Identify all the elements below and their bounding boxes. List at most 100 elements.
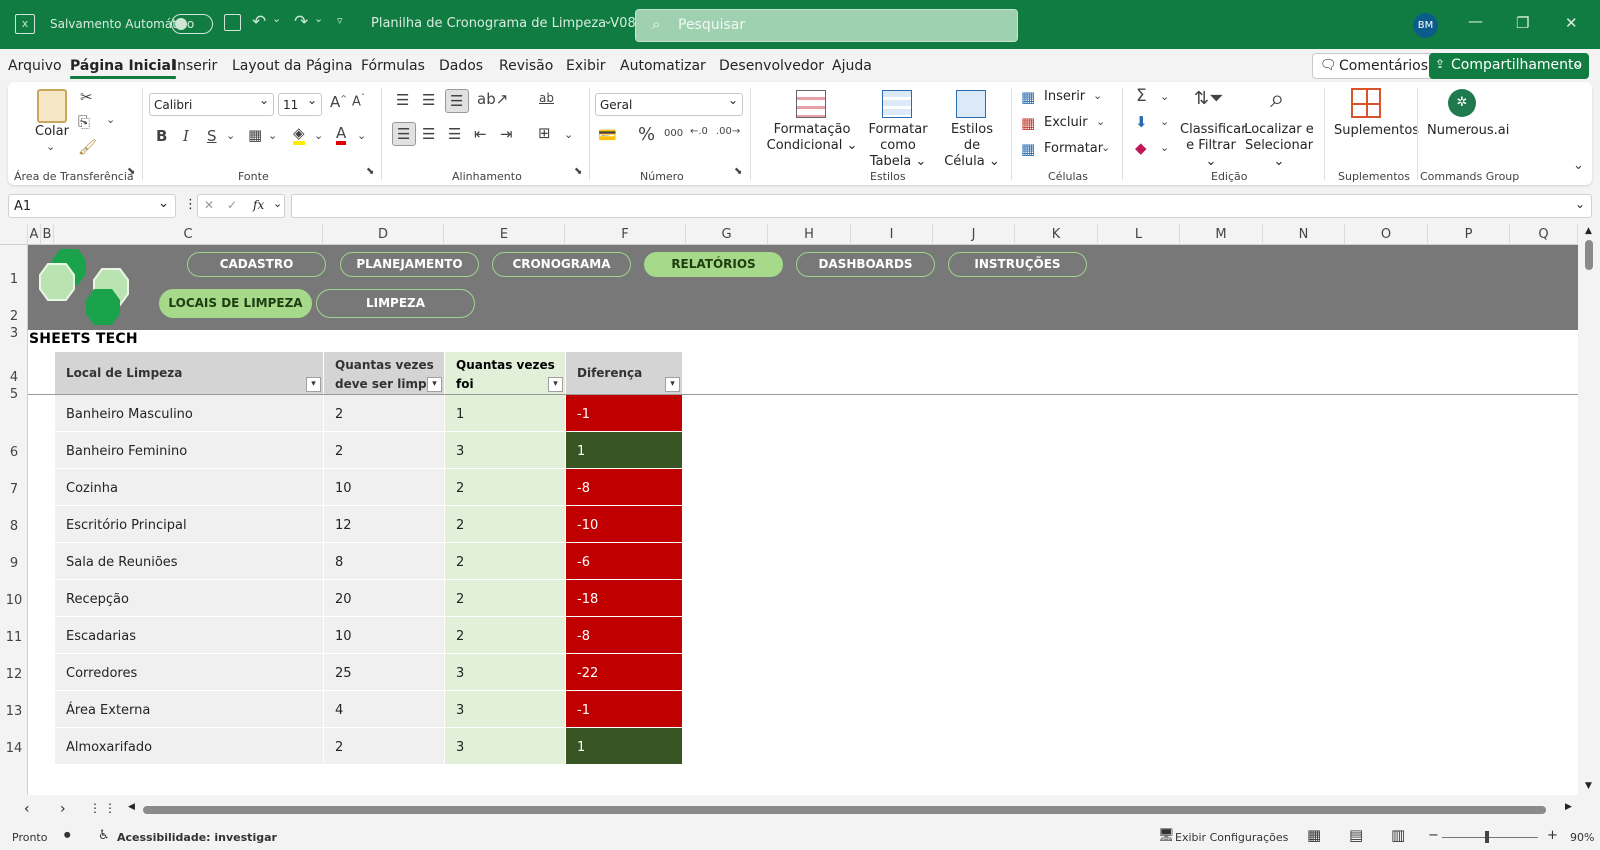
- sheet-options-icon[interactable]: ⋮: [89, 801, 101, 815]
- nav-limpeza[interactable]: LIMPEZA: [316, 289, 475, 318]
- search-input[interactable]: ⌕ Pesquisar: [635, 9, 1018, 42]
- insert-cells-button[interactable]: Inserir: [1044, 89, 1085, 104]
- zoom-out-icon[interactable]: −: [1428, 828, 1439, 843]
- share-button[interactable]: ⇪ Compartilhamento ⌄: [1429, 53, 1589, 79]
- display-settings-icon[interactable]: 🖥: [1158, 828, 1175, 843]
- delete-cells-icon[interactable]: ▦: [1021, 114, 1035, 132]
- cell-foi[interactable]: 3: [445, 654, 566, 691]
- delete-cells-button[interactable]: Excluir: [1044, 115, 1088, 130]
- zoom-level[interactable]: 90%: [1570, 831, 1594, 844]
- column-header[interactable]: J: [933, 224, 1015, 245]
- expand-formula-icon[interactable]: ⌄: [1575, 197, 1585, 211]
- undo-icon[interactable]: ↶: [252, 12, 266, 32]
- horizontal-scroll-thumb[interactable]: [143, 806, 1546, 814]
- comma-style-icon[interactable]: 000: [664, 128, 683, 139]
- merge-center-icon[interactable]: ⊞: [538, 124, 551, 142]
- font-color-dropdown-icon[interactable]: ⌄: [357, 129, 366, 142]
- alignment-launcher-icon[interactable]: ⬊: [574, 166, 582, 177]
- formula-input[interactable]: ⌄: [291, 194, 1592, 218]
- row-header[interactable]: 8: [0, 519, 28, 534]
- minimize-icon[interactable]: —: [1468, 12, 1483, 30]
- title-chevron-down-icon[interactable]: ⌄: [603, 13, 613, 27]
- paste-dropdown-icon[interactable]: ⌄: [46, 140, 55, 153]
- zoom-slider-thumb[interactable]: [1485, 831, 1489, 843]
- sort-filter-button[interactable]: Classificar e Filtrar ⌄: [1180, 122, 1246, 170]
- share-dropdown-icon[interactable]: ⌄: [1573, 56, 1583, 70]
- column-header[interactable]: E: [444, 224, 565, 245]
- format-cells-icon[interactable]: ▦: [1021, 140, 1035, 158]
- column-header[interactable]: D: [323, 224, 444, 245]
- bold-icon[interactable]: B: [156, 127, 167, 145]
- decrease-decimal-icon[interactable]: .00→: [716, 126, 740, 137]
- menu-ajuda[interactable]: Ajuda: [832, 58, 872, 74]
- cell-foi[interactable]: 2: [445, 617, 566, 654]
- find-select-button[interactable]: Localizar e Selecionar ⌄: [1242, 122, 1316, 170]
- menu-automatizar[interactable]: Automatizar: [620, 58, 706, 74]
- tab-split-icon[interactable]: ⋮: [104, 801, 116, 815]
- cell-foi[interactable]: 3: [445, 432, 566, 469]
- fill-color-icon[interactable]: ◈: [293, 125, 305, 145]
- borders-dropdown-icon[interactable]: ⌄: [268, 129, 277, 142]
- column-header[interactable]: P: [1428, 224, 1510, 245]
- cell-local[interactable]: Banheiro Feminino: [55, 432, 324, 469]
- format-as-table-button[interactable]: Formatar como Tabela ⌄: [852, 122, 944, 170]
- delete-dropdown-icon[interactable]: ⌄: [1096, 115, 1105, 128]
- cell-diferenca[interactable]: -22: [566, 654, 683, 691]
- cell-local[interactable]: Sala de Reuniões: [55, 543, 324, 580]
- menu-arquivo[interactable]: Arquivo: [8, 58, 62, 74]
- row-header[interactable]: 9: [0, 556, 28, 571]
- fill-icon[interactable]: ⬇: [1135, 113, 1148, 131]
- autosave-toggle[interactable]: [171, 14, 213, 34]
- cell-deve[interactable]: 2: [324, 432, 445, 469]
- cell-local[interactable]: Área Externa: [55, 691, 324, 728]
- increase-indent-icon[interactable]: ⇥: [500, 125, 513, 143]
- menu-inserir[interactable]: Inserir: [173, 58, 217, 74]
- paste-button[interactable]: Colar: [35, 124, 69, 140]
- cell-deve[interactable]: 4: [324, 691, 445, 728]
- cell-diferenca[interactable]: -8: [566, 469, 683, 506]
- row-header[interactable]: 1: [0, 272, 28, 287]
- scroll-up-icon[interactable]: ▲: [1585, 226, 1592, 236]
- cell-foi[interactable]: 3: [445, 691, 566, 728]
- row-header[interactable]: 5: [0, 387, 28, 402]
- addins-button[interactable]: Suplementos: [1334, 123, 1419, 139]
- cell-deve[interactable]: 10: [324, 617, 445, 654]
- menu-desenvolvedor[interactable]: Desenvolvedor: [719, 58, 824, 74]
- sort-filter-icon[interactable]: ⇅⏷: [1194, 88, 1223, 109]
- row-header[interactable]: 7: [0, 482, 28, 497]
- menu-pagina-inicial[interactable]: Página Inicial: [70, 58, 176, 79]
- nav-planejamento[interactable]: PLANEJAMENTO: [340, 252, 479, 277]
- select-all-corner[interactable]: [0, 224, 28, 245]
- column-header[interactable]: F: [565, 224, 686, 245]
- cell-diferenca[interactable]: 1: [566, 432, 683, 469]
- format-cells-button[interactable]: Formatar: [1044, 141, 1103, 156]
- column-header[interactable]: Q: [1510, 224, 1578, 245]
- normal-view-icon[interactable]: ▦: [1307, 826, 1321, 844]
- cell-foi[interactable]: 2: [445, 580, 566, 617]
- numerous-button[interactable]: Numerous.ai: [1427, 123, 1509, 139]
- macro-record-icon[interactable]: ⏺: [64, 828, 71, 843]
- cell-foi[interactable]: 2: [445, 469, 566, 506]
- clipboard-launcher-icon[interactable]: ⬊: [127, 166, 135, 177]
- vertical-scrollbar[interactable]: ▲ ▼: [1578, 224, 1600, 795]
- conditional-formatting-button[interactable]: Formatação Condicional ⌄: [765, 122, 859, 154]
- display-settings-button[interactable]: Exibir Configurações: [1175, 831, 1288, 844]
- decrease-font-icon[interactable]: Aˇ: [352, 93, 365, 109]
- menu-dados[interactable]: Dados: [439, 58, 483, 74]
- autosum-dropdown-icon[interactable]: ⌄: [1160, 90, 1169, 103]
- scroll-right-icon[interactable]: ▶: [1565, 802, 1572, 812]
- fill-color-dropdown-icon[interactable]: ⌄: [314, 129, 323, 142]
- row-header[interactable]: 14: [0, 741, 28, 756]
- cell-deve[interactable]: 10: [324, 469, 445, 506]
- collapse-ribbon-icon[interactable]: ⌄: [1573, 158, 1584, 173]
- row-header[interactable]: 13: [0, 704, 28, 719]
- restore-icon[interactable]: ❐: [1516, 14, 1529, 32]
- nav-cronograma[interactable]: CRONOGRAMA: [492, 252, 631, 277]
- redo-dropdown-icon[interactable]: ⌄: [314, 12, 323, 25]
- align-middle-icon[interactable]: ☰: [422, 91, 435, 109]
- accessibility-status[interactable]: Acessibilidade: investigar: [117, 831, 277, 844]
- merge-dropdown-icon[interactable]: ⌄: [564, 128, 573, 141]
- page-break-icon[interactable]: ▥: [1391, 826, 1405, 844]
- align-center-icon[interactable]: ☰: [422, 125, 435, 143]
- close-icon[interactable]: ✕: [1565, 14, 1578, 32]
